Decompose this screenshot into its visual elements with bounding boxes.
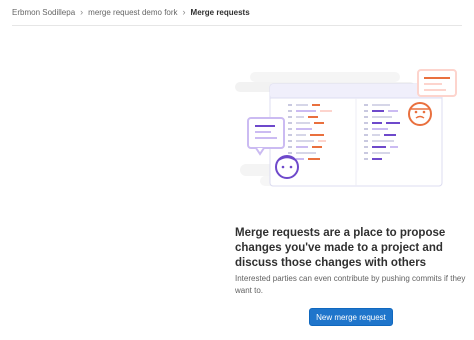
empty-state-description: Interested parties can even contribute b…	[235, 274, 466, 295]
new-merge-request-button[interactable]: New merge request	[309, 308, 393, 326]
chat-bubble-icon	[417, 69, 457, 97]
merge-requests-illustration	[235, 69, 457, 187]
breadcrumb-namespace-link[interactable]: Erbmon Sodillepa	[12, 8, 75, 17]
chevron-right-icon: ›	[80, 7, 84, 17]
chat-bubble-icon	[247, 117, 285, 156]
avatar-icon	[275, 155, 299, 179]
breadcrumb-project-link[interactable]: merge request demo fork	[88, 8, 177, 17]
breadcrumb: Erbmon Sodillepa › merge request demo fo…	[12, 0, 462, 26]
avatar-icon	[408, 102, 432, 126]
chevron-right-icon: ›	[182, 7, 186, 17]
empty-state-title: Merge requests are a place to propose ch…	[235, 227, 446, 269]
breadcrumb-current-page[interactable]: Merge requests	[191, 8, 250, 17]
